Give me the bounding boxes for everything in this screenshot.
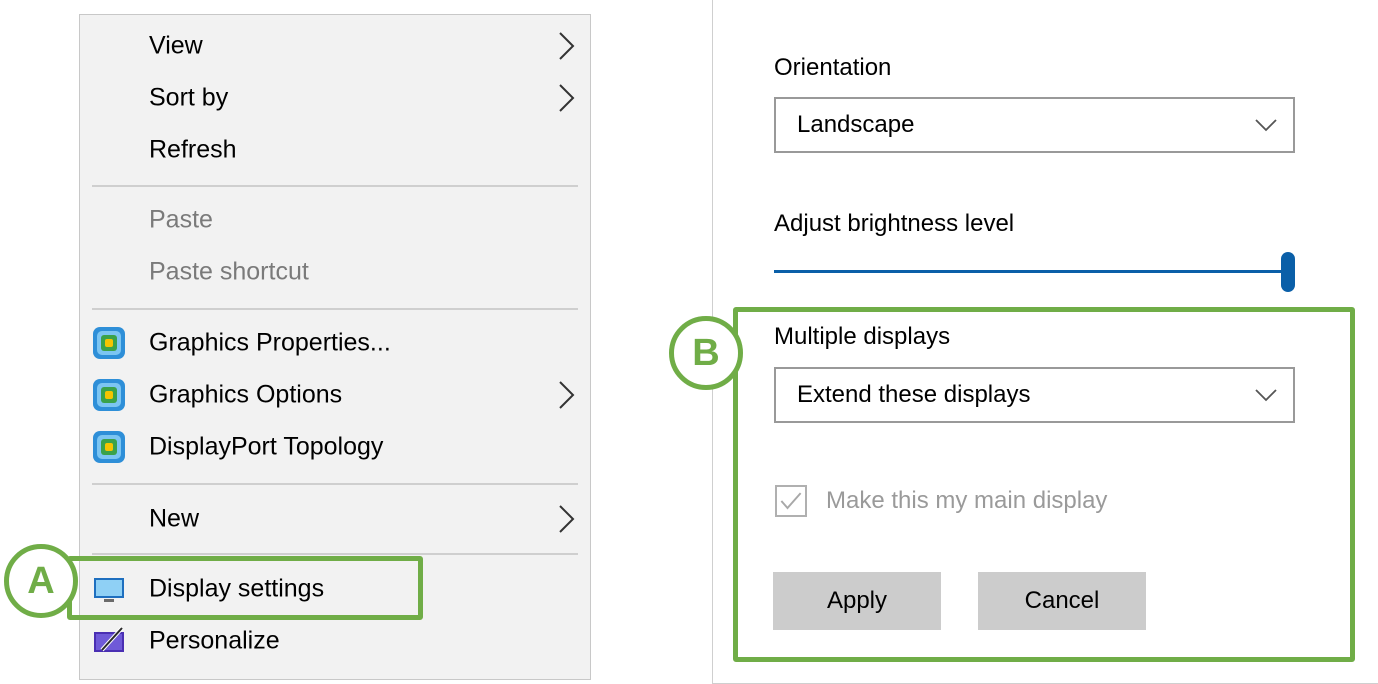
menu-item-label: Paste shortcut <box>149 257 309 286</box>
menu-item-paste-shortcut[interactable]: Paste shortcut <box>80 248 590 296</box>
menu-item-sort-by[interactable]: Sort by <box>80 74 590 122</box>
menu-item-graphics-options[interactable]: Graphics Options <box>80 371 590 419</box>
chevron-right-icon <box>559 505 575 533</box>
menu-item-label: Graphics Properties... <box>149 328 391 357</box>
brightness-label: Adjust brightness level <box>774 210 1015 237</box>
menu-item-label: View <box>149 31 203 60</box>
menu-item-label: Sort by <box>149 83 229 112</box>
orientation-dropdown[interactable]: Landscape <box>774 97 1295 153</box>
intel-graphics-icon <box>93 431 125 463</box>
menu-separator <box>92 185 578 187</box>
menu-item-displayport-topology[interactable]: DisplayPort Topology <box>80 423 590 471</box>
annotation-highlight-a <box>67 556 423 620</box>
annotation-highlight-b <box>733 307 1355 662</box>
menu-separator <box>92 553 578 555</box>
menu-item-label: Graphics Options <box>149 380 343 409</box>
brightness-slider-thumb[interactable] <box>1281 252 1295 292</box>
intel-graphics-icon <box>93 327 125 359</box>
annotation-badge-b: B <box>669 316 743 390</box>
menu-item-paste[interactable]: Paste <box>80 196 590 244</box>
chevron-right-icon <box>559 381 575 409</box>
chevron-down-icon <box>1255 119 1277 132</box>
annotation-letter: A <box>27 559 55 602</box>
menu-item-label: DisplayPort Topology <box>149 432 384 461</box>
menu-item-refresh[interactable]: Refresh <box>80 126 590 174</box>
menu-separator <box>92 308 578 310</box>
menu-item-label: New <box>149 504 200 533</box>
chevron-right-icon <box>559 32 575 60</box>
annotation-badge-a: A <box>4 544 78 618</box>
chevron-right-icon <box>559 84 575 112</box>
personalize-icon <box>94 626 124 652</box>
menu-item-label: Refresh <box>149 135 237 164</box>
intel-graphics-icon <box>93 379 125 411</box>
menu-item-label: Personalize <box>149 626 280 655</box>
menu-item-graphics-properties[interactable]: Graphics Properties... <box>80 319 590 367</box>
annotation-letter: B <box>692 331 720 374</box>
brightness-slider-track[interactable] <box>774 270 1289 273</box>
orientation-label: Orientation <box>774 54 892 81</box>
menu-item-label: Paste <box>149 205 213 234</box>
menu-item-view[interactable]: View <box>80 22 590 70</box>
menu-separator <box>92 483 578 485</box>
orientation-value: Landscape <box>797 111 915 138</box>
menu-item-personalize[interactable]: Personalize <box>80 617 590 665</box>
menu-item-new[interactable]: New <box>80 495 590 543</box>
